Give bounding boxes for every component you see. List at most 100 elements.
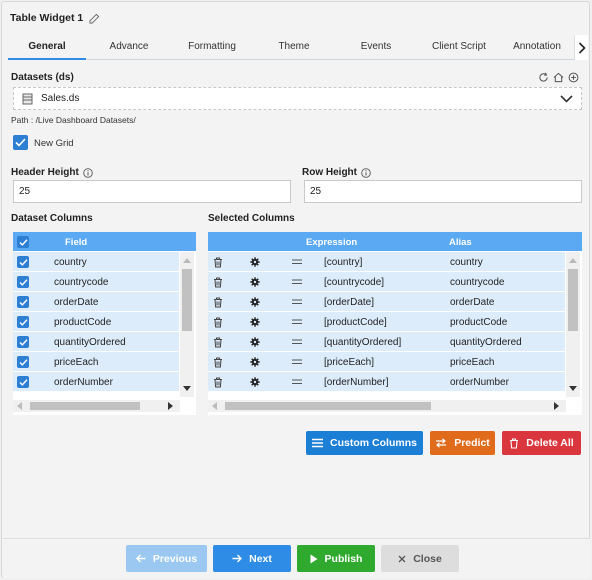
vertical-scrollbar[interactable]: [180, 252, 194, 397]
table-row: [productCode] productCode: [208, 312, 565, 332]
vertical-scrollbar[interactable]: [566, 252, 580, 397]
checkmark-icon: [19, 238, 28, 246]
expression-cell[interactable]: [priceEach]: [324, 357, 374, 368]
table-row[interactable]: quantityOrdered: [13, 332, 179, 352]
horizontal-scrollbar[interactable]: [208, 400, 566, 412]
expression-cell[interactable]: [productCode]: [324, 317, 387, 328]
alias-cell[interactable]: orderDate: [450, 297, 494, 308]
header-height-label: Header Height: [11, 167, 93, 178]
scroll-thumb[interactable]: [568, 269, 578, 331]
alias-cell[interactable]: orderNumber: [450, 377, 509, 388]
trash-icon[interactable]: [213, 317, 223, 328]
scroll-thumb[interactable]: [182, 269, 192, 331]
custom-columns-button[interactable]: Custom Columns: [306, 431, 423, 455]
publish-button[interactable]: Publish: [297, 545, 375, 572]
header-height-input[interactable]: 25: [13, 180, 291, 203]
field-name: orderNumber: [54, 377, 113, 388]
drag-handle-icon[interactable]: [292, 319, 302, 325]
tab-scroll-right-button[interactable]: [574, 35, 588, 60]
edit-icon[interactable]: [89, 13, 100, 24]
expression-cell[interactable]: [orderDate]: [324, 297, 374, 308]
new-grid-checkbox[interactable]: [13, 135, 28, 150]
row-height-input[interactable]: 25: [304, 180, 582, 203]
field-name: country: [54, 257, 87, 268]
table-row[interactable]: productCode: [13, 312, 179, 332]
predict-button[interactable]: Predict: [430, 431, 495, 455]
widget-properties-panel: Table Widget 1 General Advance Formattin…: [1, 1, 590, 578]
expression-cell[interactable]: [country]: [324, 257, 362, 268]
select-all-checkbox[interactable]: [17, 236, 29, 248]
alias-cell[interactable]: productCode: [450, 317, 507, 328]
row-checkbox[interactable]: [17, 276, 29, 288]
drag-handle-icon[interactable]: [292, 379, 302, 385]
field-name: quantityOrdered: [54, 337, 126, 348]
tab-theme[interactable]: Theme: [254, 35, 334, 60]
tab-events[interactable]: Events: [336, 35, 416, 60]
alias-cell[interactable]: priceEach: [450, 357, 494, 368]
swap-icon: [436, 438, 447, 448]
expression-cell[interactable]: [countrycode]: [324, 277, 384, 288]
add-circle-icon[interactable]: [568, 72, 579, 83]
gear-icon[interactable]: [250, 277, 260, 287]
drag-handle-icon[interactable]: [292, 299, 302, 305]
refresh-icon[interactable]: [538, 72, 549, 83]
gear-icon[interactable]: [250, 257, 260, 267]
drag-handle-icon[interactable]: [292, 259, 302, 265]
alias-cell[interactable]: countrycode: [450, 277, 504, 288]
row-height-label-text: Row Height: [302, 167, 357, 178]
dataset-select[interactable]: Sales.ds: [13, 87, 582, 110]
trash-icon[interactable]: [213, 297, 223, 308]
table-row[interactable]: orderDate: [13, 292, 179, 312]
trash-icon[interactable]: [213, 257, 223, 268]
table-row: [orderNumber] orderNumber: [208, 372, 565, 392]
tab-general[interactable]: General: [8, 35, 86, 60]
trash-icon: [510, 437, 519, 449]
tab-advance[interactable]: Advance: [88, 35, 170, 60]
gear-icon[interactable]: [250, 377, 260, 387]
table-row[interactable]: orderNumber: [13, 372, 179, 392]
horizontal-scrollbar[interactable]: [13, 400, 180, 412]
expression-column-header: Expression: [306, 237, 358, 248]
trash-icon[interactable]: [213, 337, 223, 348]
alias-cell[interactable]: country: [450, 257, 483, 268]
gear-icon[interactable]: [250, 297, 260, 307]
row-checkbox[interactable]: [17, 356, 29, 368]
row-checkbox[interactable]: [17, 316, 29, 328]
gear-icon[interactable]: [250, 317, 260, 327]
row-checkbox[interactable]: [17, 336, 29, 348]
table-row[interactable]: country: [13, 252, 179, 272]
checkmark-icon: [19, 358, 28, 366]
checkmark-icon: [19, 278, 28, 286]
trash-icon[interactable]: [213, 357, 223, 368]
trash-icon[interactable]: [213, 377, 223, 388]
drag-handle-icon[interactable]: [292, 279, 302, 285]
table-row[interactable]: countrycode: [13, 272, 179, 292]
next-button[interactable]: Next: [213, 545, 291, 572]
field-column-header: Field: [65, 237, 88, 248]
scroll-down-arrow: [569, 386, 577, 391]
row-checkbox[interactable]: [17, 296, 29, 308]
row-checkbox[interactable]: [17, 376, 29, 388]
table-row: [countrycode] countrycode: [208, 272, 565, 292]
home-icon[interactable]: [553, 72, 564, 83]
gear-icon[interactable]: [250, 357, 260, 367]
row-checkbox[interactable]: [17, 256, 29, 268]
drag-handle-icon[interactable]: [292, 359, 302, 365]
delete-all-button[interactable]: Delete All: [502, 431, 581, 455]
scroll-thumb[interactable]: [225, 402, 431, 410]
tab-client-script[interactable]: Client Script: [418, 35, 500, 60]
field-name: priceEach: [54, 357, 99, 368]
tab-formatting[interactable]: Formatting: [172, 35, 252, 60]
tab-annotation[interactable]: Annotation: [502, 35, 572, 60]
expression-cell[interactable]: [orderNumber]: [324, 377, 388, 388]
table-row[interactable]: priceEach: [13, 352, 179, 372]
alias-cell[interactable]: quantityOrdered: [450, 337, 522, 348]
scroll-thumb[interactable]: [30, 402, 140, 410]
expression-cell[interactable]: [quantityOrdered]: [324, 337, 401, 348]
trash-icon[interactable]: [213, 277, 223, 288]
drag-handle-icon[interactable]: [292, 339, 302, 345]
previous-button[interactable]: Previous: [126, 545, 207, 572]
gear-icon[interactable]: [250, 337, 260, 347]
scroll-up-arrow: [183, 258, 191, 263]
close-button[interactable]: Close: [381, 545, 459, 572]
